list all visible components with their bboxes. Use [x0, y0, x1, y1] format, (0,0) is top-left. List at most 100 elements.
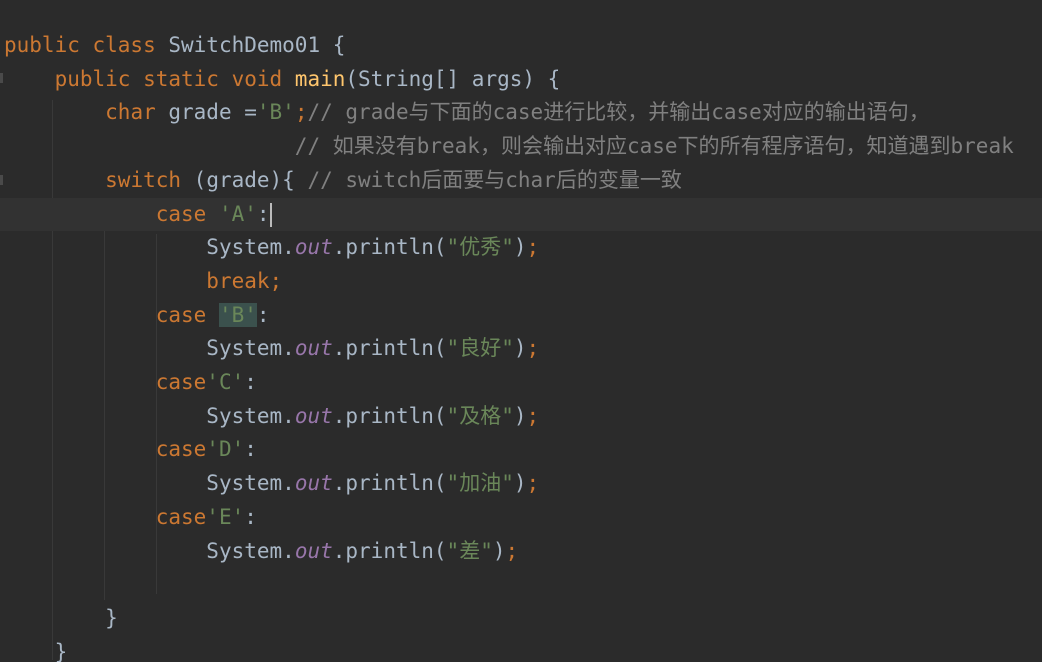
- code-token: break;: [206, 268, 283, 293]
- code-token: case: [155, 370, 207, 394]
- code-token: System.: [206, 403, 295, 428]
- code-token: out: [294, 403, 333, 428]
- code-token: .println(: [332, 235, 447, 260]
- code-token: :: [244, 504, 257, 529]
- code-token: // switch后面要与char后的变量一致: [307, 167, 682, 192]
- code-token: 'B': [256, 100, 295, 125]
- code-editor[interactable]: public class SwitchDemo01 { public stati…: [0, 0, 1042, 662]
- code-token: "加油": [446, 471, 514, 496]
- code-token: System.: [206, 235, 295, 260]
- code-token: System.: [206, 336, 295, 361]
- code-line[interactable]: switch (grade){ // switch后面要与char后的变量一致: [0, 164, 1042, 197]
- code-token: out: [294, 538, 333, 563]
- code-line[interactable]: public static void main(String[] args) {: [0, 63, 1042, 96]
- code-token: ): [513, 471, 527, 496]
- code-token: :: [256, 201, 270, 226]
- code-line[interactable]: case 'A':: [0, 197, 1042, 231]
- code-token: "优秀": [446, 235, 514, 260]
- code-token: case: [155, 504, 207, 529]
- code-line[interactable]: case'C':: [0, 366, 1042, 399]
- code-line[interactable]: System.out.println("加油");: [0, 467, 1042, 500]
- code-token: "良好": [446, 336, 514, 361]
- code-line[interactable]: break;: [0, 265, 1042, 298]
- code-token: ;: [505, 538, 519, 563]
- code-token: }: [105, 605, 118, 630]
- code-token: ): [513, 336, 527, 361]
- code-token: ;: [294, 100, 308, 125]
- code-line[interactable]: char grade ='B';// grade与下面的case进行比较，并输出…: [0, 96, 1042, 129]
- code-token: :: [256, 302, 270, 327]
- code-token: case: [155, 437, 207, 462]
- code-token: case: [155, 302, 219, 327]
- code-token: ;: [526, 235, 540, 260]
- code-token: // grade与下面的case进行比较，并输出case对应的输出语句，: [307, 100, 930, 125]
- code-token: 'E': [206, 504, 245, 529]
- code-token: }: [54, 639, 68, 662]
- code-line[interactable]: }: [0, 602, 1042, 635]
- code-token: case: [155, 201, 219, 226]
- code-line[interactable]: System.out.println("及格");: [0, 400, 1042, 433]
- code-token: out: [294, 471, 333, 496]
- code-token: public class: [4, 33, 169, 57]
- code-line[interactable]: System.out.println("良好");: [0, 332, 1042, 365]
- code-token: .println(: [332, 403, 447, 428]
- code-token: 'C': [206, 370, 245, 394]
- code-line[interactable]: [0, 568, 1042, 601]
- code-token: out: [294, 235, 333, 260]
- code-line[interactable]: case'E':: [0, 501, 1042, 534]
- code-token: 'D': [206, 437, 245, 462]
- code-line[interactable]: public class SwitchDemo01 {: [0, 29, 1042, 62]
- code-token: out: [294, 336, 333, 361]
- code-token: main: [294, 66, 346, 91]
- code-token: // 如果没有break，则会输出对应case下的所有程序语句，知道遇到brea…: [294, 134, 1014, 159]
- code-token: char: [105, 100, 169, 125]
- code-line[interactable]: case 'B':: [0, 299, 1042, 332]
- code-token: .println(: [332, 538, 447, 563]
- code-token: ;: [526, 336, 540, 361]
- code-token: switch: [105, 167, 194, 192]
- code-token: SwitchDemo01 {: [168, 33, 346, 57]
- code-token: ;: [526, 403, 540, 428]
- code-token: public static void: [54, 66, 295, 91]
- code-token: ): [513, 235, 527, 260]
- code-token: .println(: [332, 471, 447, 496]
- code-token: System.: [206, 538, 295, 563]
- code-token: (grade){: [193, 167, 308, 192]
- code-token: "及格": [446, 403, 514, 428]
- code-line[interactable]: case'D':: [0, 433, 1042, 466]
- code-line[interactable]: System.out.println("差");: [0, 535, 1042, 568]
- code-token: System.: [206, 471, 295, 496]
- code-token: ;: [526, 471, 540, 496]
- code-line[interactable]: System.out.println("优秀");: [0, 231, 1042, 264]
- code-token: (String[] args) {: [345, 66, 561, 91]
- code-token: grade =: [168, 100, 257, 125]
- text-caret: [269, 202, 272, 227]
- code-token-matched: 'B': [218, 302, 257, 327]
- code-line[interactable]: }: [0, 636, 1042, 662]
- code-token: ): [492, 538, 506, 563]
- code-token: ): [513, 403, 527, 428]
- code-token: 'A': [218, 201, 257, 226]
- code-token: "差": [446, 538, 493, 563]
- code-token: :: [244, 370, 257, 394]
- code-line[interactable]: // 如果没有break，则会输出对应case下的所有程序语句，知道遇到brea…: [0, 130, 1042, 163]
- code-token: :: [244, 437, 257, 462]
- code-token: .println(: [332, 336, 447, 361]
